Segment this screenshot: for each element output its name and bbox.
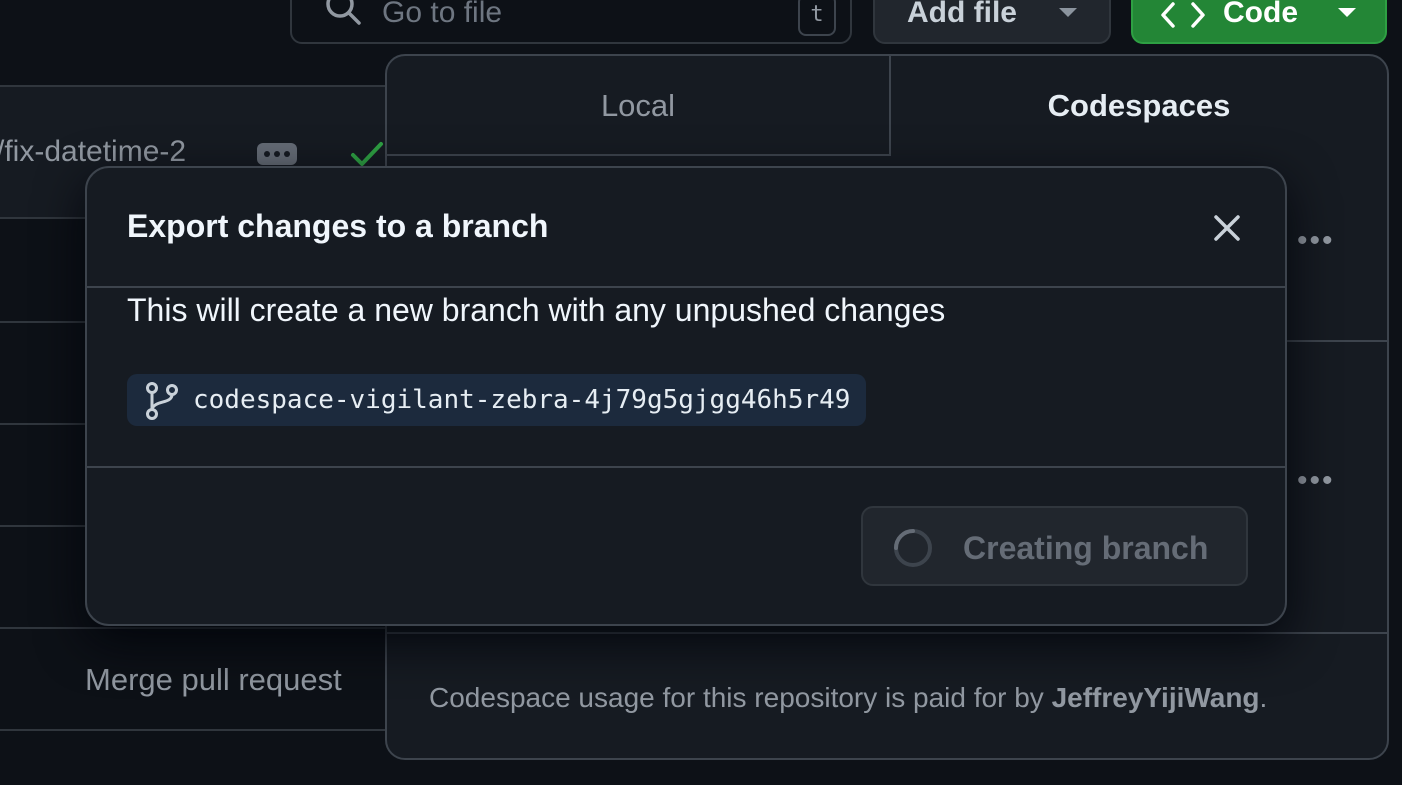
dialog-header-divider xyxy=(87,286,1285,288)
row-divider xyxy=(0,627,386,629)
code-button-label: Code xyxy=(1223,0,1298,29)
row-divider xyxy=(0,729,386,731)
branch-name-chip: codespace-vigilant-zebra-4j79g5gjgg46h5r… xyxy=(127,374,867,426)
tab-local[interactable]: Local xyxy=(387,56,889,156)
dialog-description: This will create a new branch with any u… xyxy=(127,292,946,328)
panel-divider xyxy=(387,632,1387,634)
create-branch-button[interactable]: Creating branch xyxy=(861,506,1248,586)
codespace-billing-note: Codespace usage for this repository is p… xyxy=(429,682,1267,714)
chevron-down-icon xyxy=(1338,8,1356,17)
dialog-title: Export changes to a branch xyxy=(127,208,549,244)
code-icon xyxy=(1161,2,1205,36)
codespace-row-menu-button[interactable]: ••• xyxy=(1297,224,1335,258)
add-file-button[interactable]: Add file xyxy=(873,0,1111,44)
keyboard-shortcut-badge: t xyxy=(798,0,836,36)
add-file-label: Add file xyxy=(907,0,1017,29)
billing-note-prefix: Codespace usage for this repository is p… xyxy=(429,682,1052,713)
search-icon xyxy=(324,0,364,33)
git-branch-icon xyxy=(145,382,179,438)
close-icon xyxy=(1205,215,1249,254)
create-branch-label: Creating branch xyxy=(963,530,1209,566)
dialog-footer-divider xyxy=(87,466,1285,468)
branch-name-text: codespace-vigilant-zebra-4j79g5gjgg46h5r… xyxy=(193,385,851,415)
expand-commit-message-button[interactable] xyxy=(257,143,297,165)
spinner-icon xyxy=(893,528,933,576)
chevron-down-icon xyxy=(1059,8,1077,17)
codespace-row-menu-button[interactable]: ••• xyxy=(1297,464,1335,498)
search-placeholder: Go to file xyxy=(382,0,503,29)
billing-owner: JeffreyYijiWang xyxy=(1051,682,1260,713)
close-button[interactable] xyxy=(1205,206,1249,250)
code-button[interactable]: Code xyxy=(1131,0,1387,44)
billing-note-suffix: . xyxy=(1259,682,1268,713)
commit-branch-text[interactable]: /fix-datetime-2 xyxy=(0,135,186,169)
go-to-file-search[interactable]: Go to file t xyxy=(290,0,852,44)
tab-codespaces[interactable]: Codespaces xyxy=(889,56,1387,156)
commit-message-link[interactable]: Merge pull request xyxy=(85,662,342,698)
export-changes-dialog: Export changes to a branch This will cre… xyxy=(85,166,1287,626)
